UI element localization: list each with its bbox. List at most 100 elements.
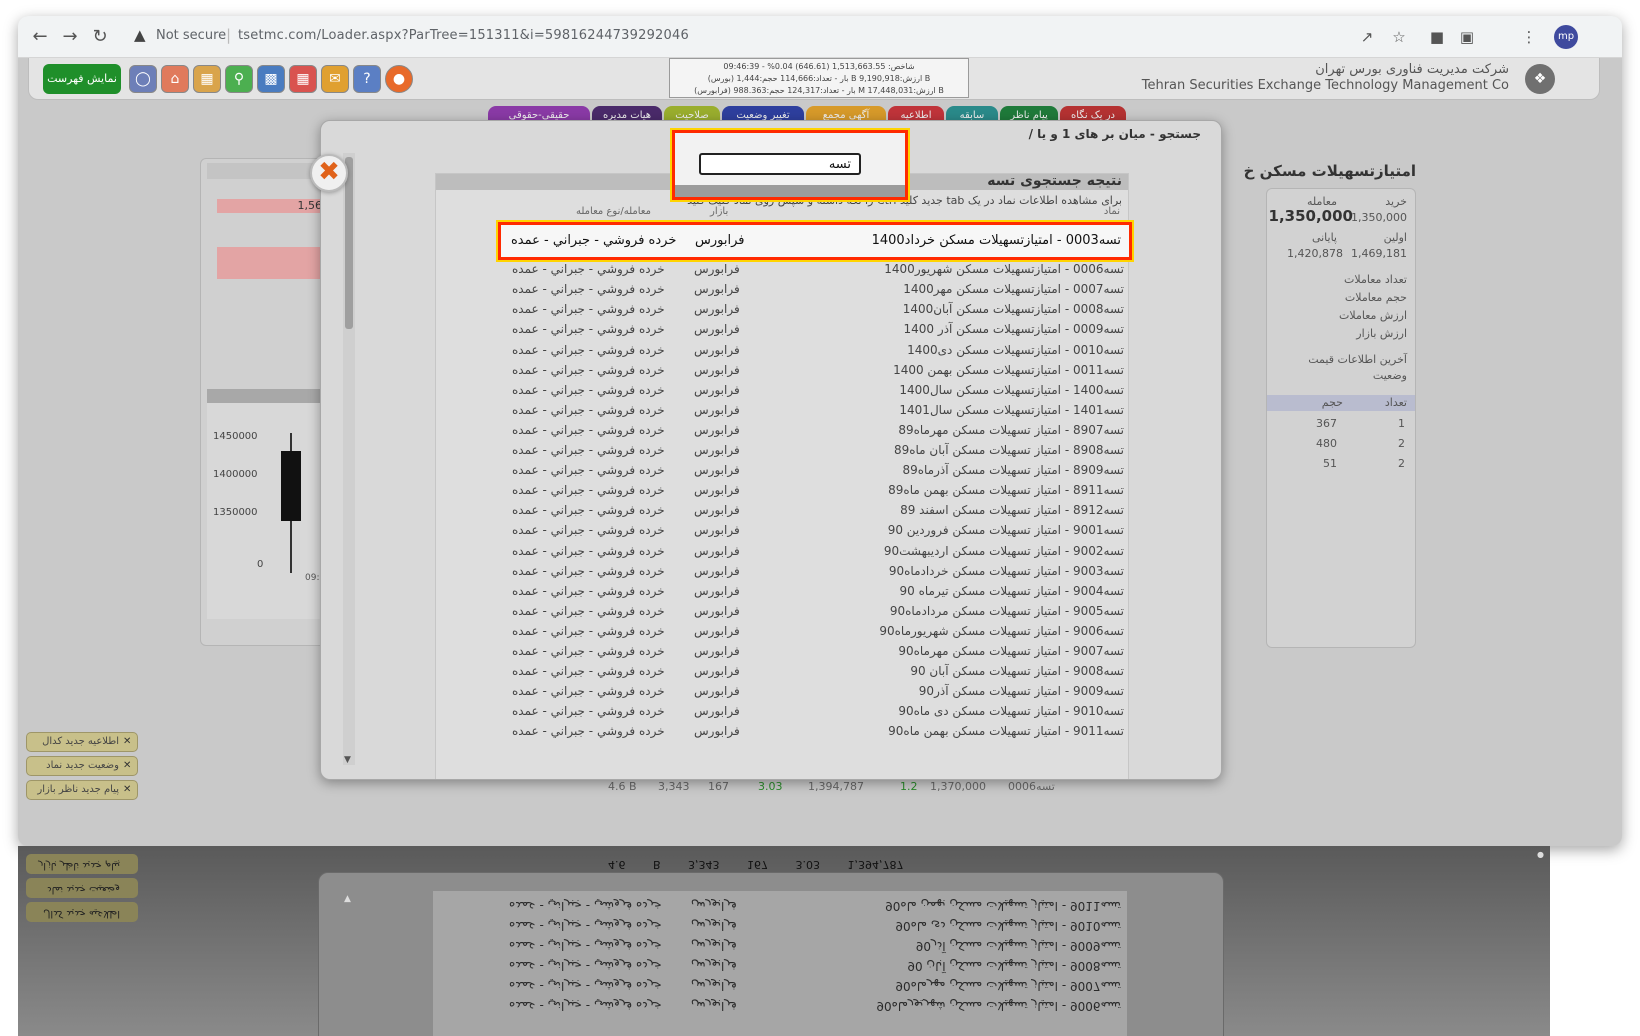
- chat-icon[interactable]: ✉: [321, 65, 349, 93]
- result-market: فرابورس: [694, 382, 740, 397]
- result-row[interactable]: تسه9002 - امتیاز تسهیلات مسکن اردیبهشت90…: [436, 542, 1130, 562]
- result-row[interactable]: تسه0006 - امتیازتسهیلات مسکن شهریور1400 ف…: [436, 260, 1130, 280]
- share-icon[interactable]: ↗: [1356, 26, 1378, 48]
- reload-icon[interactable]: ↻: [88, 25, 112, 49]
- back-icon[interactable]: ←: [28, 25, 52, 49]
- result-name[interactable]: تسه0007 - امتیازتسهیلات مسکن مهر1400: [903, 282, 1124, 296]
- result-market: فرابورس: [694, 603, 740, 618]
- bg-cell-7: 1,370,000: [930, 780, 986, 793]
- globe-icon[interactable]: ◯: [129, 65, 157, 93]
- result-name[interactable]: تسه0003 - امتیازتسهیلات مسکن خرداد1400: [872, 233, 1121, 248]
- reflected-result-row: تسه9006 - امتیاز تسهیلات مسکن شهریورماه9…: [433, 995, 1127, 1015]
- result-name[interactable]: تسه8911 - امتیاز تسهیلات مسکن بهمن ماه89: [888, 483, 1124, 497]
- result-name[interactable]: تسه9004 - امتیاز تسهیلات مسکن تیرماه 90: [900, 584, 1125, 598]
- count-header: تعداد: [1384, 396, 1407, 409]
- bg-cell-4: 3.03: [758, 780, 783, 793]
- result-name[interactable]: تسه9011 - امتیاز تسهیلات مسکن بهمن ماه90: [888, 724, 1124, 738]
- result-row[interactable]: تسه8908 - امتیاز تسهیلات مسکن آبان ماه89…: [436, 441, 1130, 461]
- close-modal-button[interactable]: ✖: [310, 154, 348, 192]
- result-type: خرده فروشي - جبراني - عمده: [512, 503, 665, 518]
- result-row[interactable]: تسه0007 - امتیازتسهیلات مسکن مهر1400 فراب…: [436, 280, 1130, 300]
- extensions-icon[interactable]: ■: [1426, 26, 1448, 48]
- profile-avatar[interactable]: mp: [1554, 25, 1578, 49]
- buy-value: 1,350,000: [1351, 211, 1407, 224]
- notification-codal[interactable]: اطلاعیه جدید کدال ✕: [26, 732, 138, 752]
- search-input[interactable]: [699, 153, 861, 175]
- result-name[interactable]: تسه9008 - امتیاز تسهیلات مسکن آبان 90: [910, 664, 1124, 678]
- result-row[interactable]: تسه9006 - امتیاز تسهیلات مسکن شهریورماه9…: [436, 622, 1130, 642]
- forward-icon[interactable]: →: [58, 25, 82, 49]
- close-icon[interactable]: ✕: [123, 757, 131, 775]
- notification-status[interactable]: وضعیت جدید نماد ✕: [26, 756, 138, 776]
- result-row[interactable]: تسه9001 - امتیاز تسهیلات مسکن فروردین 90…: [436, 521, 1130, 541]
- candle-body: [281, 451, 301, 521]
- result-row[interactable]: تسه8912 - امتیاز تسهیلات مسکن اسفند 89 فر…: [436, 501, 1130, 521]
- result-row[interactable]: تسه9007 - امتیاز تسهیلات مسکن مهرماه90 فر…: [436, 642, 1130, 662]
- result-row[interactable]: تسه0010 - امتیازتسهیلات مسکن دی1400 فرابو…: [436, 341, 1130, 361]
- result-row[interactable]: تسه9009 - امتیاز تسهیلات مسکن آذر90 فرابو…: [436, 682, 1130, 702]
- result-row[interactable]: تسه9003 - امتیاز تسهیلات مسکن خردادماه90…: [436, 562, 1130, 582]
- result-market: فرابورس: [694, 282, 740, 297]
- search-icon[interactable]: ⚲: [225, 65, 253, 93]
- close-icon[interactable]: ✕: [123, 781, 131, 799]
- notification-supervisor[interactable]: پیام جدید ناظر بازار ✕: [26, 780, 138, 800]
- result-name[interactable]: تسه0010 - امتیازتسهیلات مسکن دی1400: [907, 343, 1124, 357]
- result-name[interactable]: تسه8907 - امتیاز تسهیلات مسکن مهرماه89: [898, 423, 1124, 437]
- result-row[interactable]: تسه9011 - امتیاز تسهیلات مسکن بهمن ماه90…: [436, 722, 1130, 742]
- scroll-down-icon[interactable]: ▼: [344, 755, 351, 765]
- result-row[interactable]: تسه0011 - امتیازتسهیلات مسکن بهمن 1400 فر…: [436, 361, 1130, 381]
- grid-icon[interactable]: ▩: [257, 65, 285, 93]
- result-name[interactable]: تسه9001 - امتیاز تسهیلات مسکن فروردین 90: [888, 523, 1124, 537]
- address-bar[interactable]: ▲ Not secure | tsetmc.com/Loader.aspx?Pa…: [124, 22, 1454, 52]
- close-icon[interactable]: ✕: [123, 733, 131, 751]
- bg-cell-2: 3,343: [658, 780, 690, 793]
- home-icon[interactable]: ⌂: [161, 65, 189, 93]
- result-name[interactable]: تسه9002 - امتیاز تسهیلات مسکن اردیبهشت90: [884, 544, 1124, 558]
- scrollbar-thumb[interactable]: [345, 157, 353, 329]
- result-name[interactable]: تسه9006 - امتیاز تسهیلات مسکن شهریورماه9…: [879, 624, 1124, 638]
- result-row[interactable]: تسه9004 - امتیاز تسهیلات مسکن تیرماه 90 ف…: [436, 582, 1130, 602]
- result-row[interactable]: تسه8911 - امتیاز تسهیلات مسکن بهمن ماه89…: [436, 481, 1130, 501]
- result-row[interactable]: تسه1400 - امتیازتسهیلات مسکن سال1400 فراب…: [436, 381, 1130, 401]
- reflected-notification-label: وضعیت جدید نماد: [47, 884, 120, 895]
- result-type: خرده فروشي - جبراني - عمده: [512, 342, 665, 357]
- company-name-fa: شرکت مدیریت فناوری بورس تهران: [1315, 62, 1509, 77]
- result-name[interactable]: تسه8908 - امتیاز تسهیلات مسکن آبان ماه89: [894, 443, 1124, 457]
- result-name[interactable]: تسه9003 - امتیاز تسهیلات مسکن خردادماه90: [889, 564, 1124, 578]
- result-type: خرده فروشي - جبراني - عمده: [512, 603, 665, 618]
- menu-kebab-icon[interactable]: ⋮: [1518, 26, 1540, 48]
- result-name[interactable]: تسه0011 - امتیازتسهیلات مسکن بهمن 1400: [893, 363, 1124, 377]
- result-name[interactable]: تسه9010 - امتیاز تسهیلات مسکن دی ماه90: [898, 704, 1124, 718]
- result-row[interactable]: تسه0008 - امتیازتسهیلات مسکن آبان1400 فرا…: [436, 300, 1130, 320]
- not-secure-label: Not secure: [156, 28, 227, 43]
- table-icon[interactable]: ▦: [193, 65, 221, 93]
- result-name[interactable]: تسه0008 - امتیازتسهیلات مسکن آبان1400: [903, 302, 1124, 316]
- help-icon[interactable]: ?: [353, 65, 381, 93]
- tiles-icon[interactable]: ▦: [289, 65, 317, 93]
- result-row[interactable]: تسه0009 - امتیازتسهیلات مسکن آذر 1400 فرا…: [436, 320, 1130, 340]
- bookmark-star-icon[interactable]: ☆: [1388, 26, 1410, 48]
- result-name[interactable]: تسه0009 - امتیازتسهیلات مسکن آذر 1400: [904, 322, 1124, 336]
- selected-result-row[interactable]: تسه0003 - امتیازتسهیلات مسکن خرداد1400 ف…: [496, 220, 1134, 262]
- result-row[interactable]: تسه8907 - امتیاز تسهیلات مسکن مهرماه89 فر…: [436, 421, 1130, 441]
- url-text[interactable]: tsetmc.com/Loader.aspx?ParTree=151311&i=…: [238, 28, 689, 43]
- side-panel-icon[interactable]: ▣: [1456, 26, 1478, 48]
- result-row[interactable]: تسه9008 - امتیاز تسهیلات مسکن آبان 90 فرا…: [436, 662, 1130, 682]
- result-name[interactable]: تسه8912 - امتیاز تسهیلات مسکن اسفند 89: [900, 503, 1124, 517]
- result-name[interactable]: تسه8909 - امتیاز تسهیلات مسکن آذرماه89: [902, 463, 1124, 477]
- result-market: فرابورس: [694, 443, 740, 457]
- modal-scrollbar[interactable]: ▼: [343, 153, 355, 765]
- result-row[interactable]: تسه1401 - امتیازتسهیلات مسکن سال1401 فراب…: [436, 401, 1130, 421]
- result-name[interactable]: تسه9007 - امتیاز تسهیلات مسکن مهرماه90: [898, 644, 1124, 658]
- result-name[interactable]: تسه0006 - امتیازتسهیلات مسکن شهریور1400: [884, 262, 1124, 276]
- new-badge-icon[interactable]: ●: [385, 65, 413, 93]
- show-list-button[interactable]: نمایش فهرست: [43, 64, 121, 94]
- result-name[interactable]: تسه9009 - امتیاز تسهیلات مسکن آذر90: [919, 684, 1124, 698]
- result-row[interactable]: تسه8909 - امتیاز تسهیلات مسکن آذرماه89 فر…: [436, 461, 1130, 481]
- reflected-result-row: تسه9007 - امتیاز تسهیلات مسکن مهرماه90 فر…: [433, 975, 1127, 995]
- result-name[interactable]: تسه9005 - امتیاز تسهیلات مسکن مردادماه90: [890, 604, 1124, 618]
- result-row[interactable]: تسه9010 - امتیاز تسهیلات مسکن دی ماه90 فر…: [436, 702, 1130, 722]
- result-row[interactable]: تسه9005 - امتیاز تسهیلات مسکن مردادماه90…: [436, 602, 1130, 622]
- result-name[interactable]: تسه1401 - امتیازتسهیلات مسکن سال1401: [899, 403, 1124, 417]
- result-name[interactable]: تسه1400 - امتیازتسهیلات مسکن سال1400: [899, 383, 1124, 397]
